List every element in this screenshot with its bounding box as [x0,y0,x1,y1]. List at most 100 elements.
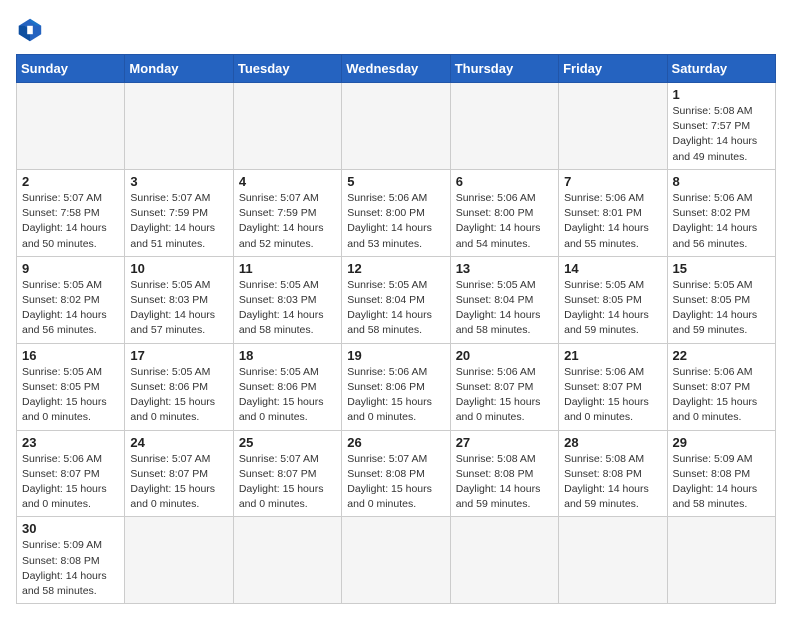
calendar-cell [233,517,341,604]
calendar-cell: 4 Sunrise: 5:07 AM Sunset: 7:59 PM Daylig… [233,169,341,256]
day-info: Sunrise: 5:05 AM Sunset: 8:06 PM Dayligh… [130,365,227,426]
calendar-cell [233,83,341,170]
day-info: Sunrise: 5:06 AM Sunset: 8:02 PM Dayligh… [673,191,770,252]
calendar-cell: 23 Sunrise: 5:06 AM Sunset: 8:07 PM Dayli… [17,430,125,517]
day-info: Sunrise: 5:06 AM Sunset: 8:01 PM Dayligh… [564,191,661,252]
calendar-body: 1Sunrise: 5:08 AM Sunset: 7:57 PM Daylig… [17,83,776,604]
day-info: Sunrise: 5:07 AM Sunset: 7:59 PM Dayligh… [239,191,336,252]
day-number: 25 [239,435,336,450]
calendar-cell: 5 Sunrise: 5:06 AM Sunset: 8:00 PM Daylig… [342,169,450,256]
day-number: 30 [22,521,119,536]
day-info: Sunrise: 5:05 AM Sunset: 8:03 PM Dayligh… [130,278,227,339]
calendar-cell: 27 Sunrise: 5:08 AM Sunset: 8:08 PM Dayli… [450,430,558,517]
logo-icon [16,16,44,44]
day-number: 19 [347,348,444,363]
header [16,16,776,44]
calendar-week-row: 9 Sunrise: 5:05 AM Sunset: 8:02 PM Daylig… [17,256,776,343]
calendar-week-row: 1Sunrise: 5:08 AM Sunset: 7:57 PM Daylig… [17,83,776,170]
day-number: 5 [347,174,444,189]
calendar-cell [125,517,233,604]
day-number: 4 [239,174,336,189]
calendar-cell: 19 Sunrise: 5:06 AM Sunset: 8:06 PM Dayli… [342,343,450,430]
day-info: Sunrise: 5:05 AM Sunset: 8:06 PM Dayligh… [239,365,336,426]
calendar-cell: 9 Sunrise: 5:05 AM Sunset: 8:02 PM Daylig… [17,256,125,343]
calendar-cell [450,517,558,604]
day-number: 10 [130,261,227,276]
calendar-cell: 17Sunrise: 5:05 AM Sunset: 8:06 PM Dayli… [125,343,233,430]
day-info: Sunrise: 5:05 AM Sunset: 8:05 PM Dayligh… [564,278,661,339]
calendar-cell: 18 Sunrise: 5:05 AM Sunset: 8:06 PM Dayli… [233,343,341,430]
day-number: 13 [456,261,553,276]
day-info: Sunrise: 5:06 AM Sunset: 8:07 PM Dayligh… [22,452,119,513]
day-info: Sunrise: 5:06 AM Sunset: 8:00 PM Dayligh… [347,191,444,252]
day-number: 28 [564,435,661,450]
day-number: 21 [564,348,661,363]
day-number: 18 [239,348,336,363]
day-number: 27 [456,435,553,450]
calendar-cell: 12 Sunrise: 5:05 AM Sunset: 8:04 PM Dayli… [342,256,450,343]
day-info: Sunrise: 5:07 AM Sunset: 7:59 PM Dayligh… [130,191,227,252]
calendar-cell: 15Sunrise: 5:05 AM Sunset: 8:05 PM Dayli… [667,256,775,343]
calendar-cell: 8 Sunrise: 5:06 AM Sunset: 8:02 PM Daylig… [667,169,775,256]
day-info: Sunrise: 5:08 AM Sunset: 8:08 PM Dayligh… [564,452,661,513]
day-number: 1 [673,87,770,102]
calendar-cell: 28 Sunrise: 5:08 AM Sunset: 8:08 PM Dayli… [559,430,667,517]
calendar-cell: 6 Sunrise: 5:06 AM Sunset: 8:00 PM Daylig… [450,169,558,256]
day-number: 2 [22,174,119,189]
calendar-cell: 13Sunrise: 5:05 AM Sunset: 8:04 PM Dayli… [450,256,558,343]
weekday-header-row: SundayMondayTuesdayWednesdayThursdayFrid… [17,55,776,83]
day-info: Sunrise: 5:06 AM Sunset: 8:07 PM Dayligh… [673,365,770,426]
calendar-cell [342,83,450,170]
day-number: 16 [22,348,119,363]
weekday-header-monday: Monday [125,55,233,83]
calendar-cell: 11Sunrise: 5:05 AM Sunset: 8:03 PM Dayli… [233,256,341,343]
calendar-cell: 30Sunrise: 5:09 AM Sunset: 8:08 PM Dayli… [17,517,125,604]
calendar-cell: 26Sunrise: 5:07 AM Sunset: 8:08 PM Dayli… [342,430,450,517]
weekday-header-friday: Friday [559,55,667,83]
day-info: Sunrise: 5:07 AM Sunset: 8:08 PM Dayligh… [347,452,444,513]
day-info: Sunrise: 5:05 AM Sunset: 8:04 PM Dayligh… [347,278,444,339]
day-info: Sunrise: 5:08 AM Sunset: 8:08 PM Dayligh… [456,452,553,513]
day-info: Sunrise: 5:05 AM Sunset: 8:02 PM Dayligh… [22,278,119,339]
day-number: 9 [22,261,119,276]
calendar-week-row: 2Sunrise: 5:07 AM Sunset: 7:58 PM Daylig… [17,169,776,256]
day-info: Sunrise: 5:05 AM Sunset: 8:05 PM Dayligh… [22,365,119,426]
day-number: 6 [456,174,553,189]
day-info: Sunrise: 5:06 AM Sunset: 8:06 PM Dayligh… [347,365,444,426]
calendar-table: SundayMondayTuesdayWednesdayThursdayFrid… [16,54,776,604]
calendar-cell [125,83,233,170]
calendar-cell: 25 Sunrise: 5:07 AM Sunset: 8:07 PM Dayli… [233,430,341,517]
calendar-cell: 14Sunrise: 5:05 AM Sunset: 8:05 PM Dayli… [559,256,667,343]
logo [16,16,48,44]
weekday-header-sunday: Sunday [17,55,125,83]
day-number: 11 [239,261,336,276]
weekday-header-tuesday: Tuesday [233,55,341,83]
day-number: 22 [673,348,770,363]
calendar-cell: 1Sunrise: 5:08 AM Sunset: 7:57 PM Daylig… [667,83,775,170]
calendar-cell: 3 Sunrise: 5:07 AM Sunset: 7:59 PM Daylig… [125,169,233,256]
day-number: 23 [22,435,119,450]
calendar-cell [559,83,667,170]
day-info: Sunrise: 5:06 AM Sunset: 8:07 PM Dayligh… [456,365,553,426]
calendar-cell [342,517,450,604]
day-number: 12 [347,261,444,276]
day-info: Sunrise: 5:07 AM Sunset: 8:07 PM Dayligh… [239,452,336,513]
day-info: Sunrise: 5:06 AM Sunset: 8:07 PM Dayligh… [564,365,661,426]
day-info: Sunrise: 5:07 AM Sunset: 8:07 PM Dayligh… [130,452,227,513]
day-number: 24 [130,435,227,450]
day-number: 29 [673,435,770,450]
calendar-cell: 10 Sunrise: 5:05 AM Sunset: 8:03 PM Dayli… [125,256,233,343]
day-number: 3 [130,174,227,189]
calendar-week-row: 23 Sunrise: 5:06 AM Sunset: 8:07 PM Dayli… [17,430,776,517]
calendar-cell: 7 Sunrise: 5:06 AM Sunset: 8:01 PM Daylig… [559,169,667,256]
calendar-cell: 24 Sunrise: 5:07 AM Sunset: 8:07 PM Dayli… [125,430,233,517]
day-number: 20 [456,348,553,363]
calendar-cell [450,83,558,170]
calendar-cell: 2Sunrise: 5:07 AM Sunset: 7:58 PM Daylig… [17,169,125,256]
day-number: 7 [564,174,661,189]
calendar-cell [559,517,667,604]
weekday-header-saturday: Saturday [667,55,775,83]
day-number: 8 [673,174,770,189]
day-info: Sunrise: 5:06 AM Sunset: 8:00 PM Dayligh… [456,191,553,252]
day-number: 15 [673,261,770,276]
